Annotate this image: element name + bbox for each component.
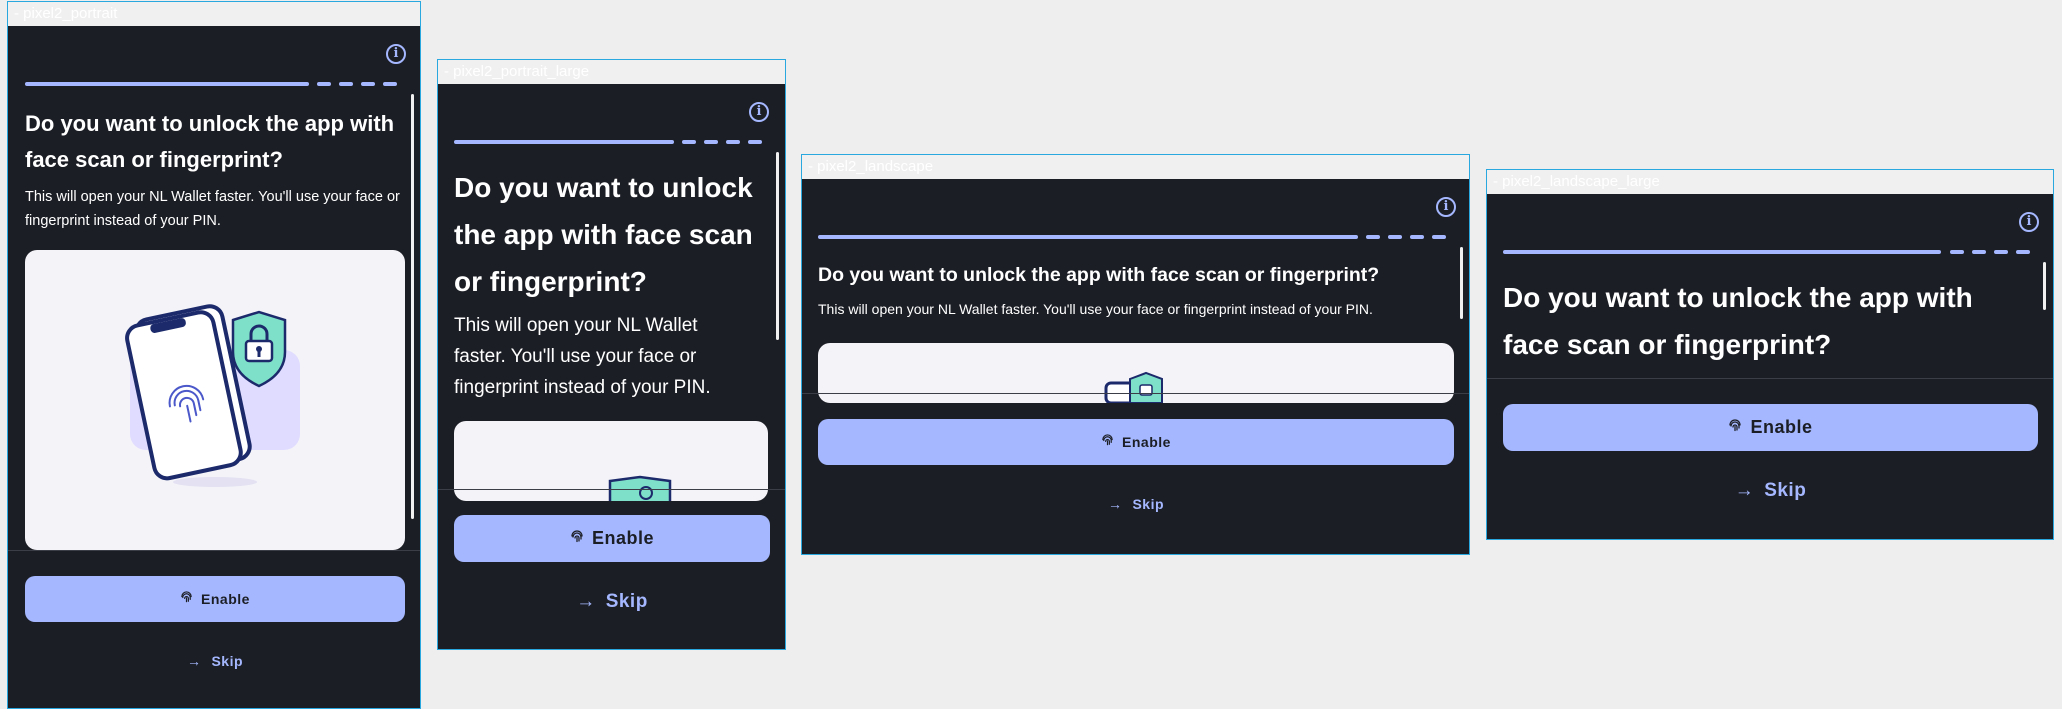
fingerprint-icon (1101, 434, 1114, 450)
page-title: Do you want to unlock the app with face … (454, 172, 753, 297)
illustration-card (25, 250, 405, 550)
divider (1487, 378, 2053, 379)
divider (802, 393, 1469, 394)
fingerprint-icon (1728, 417, 1742, 438)
page-title: Do you want to unlock the app with face … (818, 264, 1380, 286)
device-label: - pixel2_portrait (8, 2, 420, 26)
divider (438, 489, 785, 490)
info-icon[interactable]: i (386, 44, 406, 64)
fingerprint-icon (180, 591, 193, 607)
biometric-illustration (125, 304, 300, 487)
info-icon[interactable]: i (1436, 197, 1456, 217)
skip-button-label: Skip (605, 591, 648, 612)
info-icon[interactable]: i (2019, 212, 2039, 232)
arrow-right-icon: → (1107, 496, 1123, 512)
fingerprint-icon (570, 528, 584, 549)
enable-button[interactable]: Enable (818, 419, 1454, 465)
skip-button[interactable]: → Skip (818, 489, 1454, 519)
enable-button-label: Enable (201, 591, 250, 607)
device-frame-pixel2-portrait-large: - pixel2_portrait_large i Do you want to… (437, 59, 786, 650)
page-description: This will open your NL Wallet faster. Yo… (818, 301, 1373, 317)
device-frame-pixel2-landscape: - pixel2_landscape i Do you want to unlo… (801, 154, 1470, 555)
divider (8, 550, 420, 551)
skip-button-label: Skip (211, 653, 244, 669)
device-label: - pixel2_landscape (802, 155, 1469, 179)
scrollbar[interactable] (2043, 262, 2046, 310)
progress-bar (25, 82, 405, 86)
enable-button[interactable]: Enable (454, 515, 770, 562)
progress-bar (818, 235, 1454, 239)
arrow-right-icon: → (1734, 480, 1755, 501)
page-description: This will open your NL Wallet faster. Yo… (454, 315, 711, 398)
scrollbar[interactable] (411, 94, 414, 519)
enable-button[interactable]: Enable (1503, 404, 2038, 451)
biometric-illustration (1104, 371, 1163, 403)
skip-button[interactable]: → Skip (1503, 476, 2038, 506)
arrow-right-icon: → (576, 591, 596, 612)
illustration-card (818, 343, 1454, 403)
scrollbar[interactable] (1460, 247, 1463, 319)
device-label: - pixel2_landscape_large (1487, 170, 2053, 194)
skip-button[interactable]: → Skip (25, 646, 405, 676)
scrollbar[interactable] (776, 152, 779, 340)
device-frame-pixel2-portrait: - pixel2_portrait i Do you want to unloc… (7, 1, 421, 709)
enable-button-label: Enable (591, 528, 655, 548)
info-icon[interactable]: i (749, 102, 769, 122)
skip-button[interactable]: → Skip (454, 587, 770, 617)
progress-bar (1503, 250, 2038, 254)
enable-button-label: Enable (1122, 434, 1171, 450)
page-title: Do you want to unlock the app with face … (25, 111, 395, 172)
device-frame-pixel2-landscape-large: - pixel2_landscape_large i Do you want t… (1486, 169, 2054, 540)
skip-button-label: Skip (1764, 480, 1807, 501)
page-title: Do you want to unlock the app with face … (1503, 282, 1973, 360)
skip-button-label: Skip (1132, 496, 1165, 512)
enable-button[interactable]: Enable (25, 576, 405, 622)
page-description: This will open your NL Wallet faster. Yo… (25, 189, 400, 229)
device-label: - pixel2_portrait_large (438, 60, 785, 84)
arrow-right-icon: → (186, 653, 202, 669)
enable-button-label: Enable (1750, 417, 1813, 437)
progress-bar (454, 140, 770, 144)
